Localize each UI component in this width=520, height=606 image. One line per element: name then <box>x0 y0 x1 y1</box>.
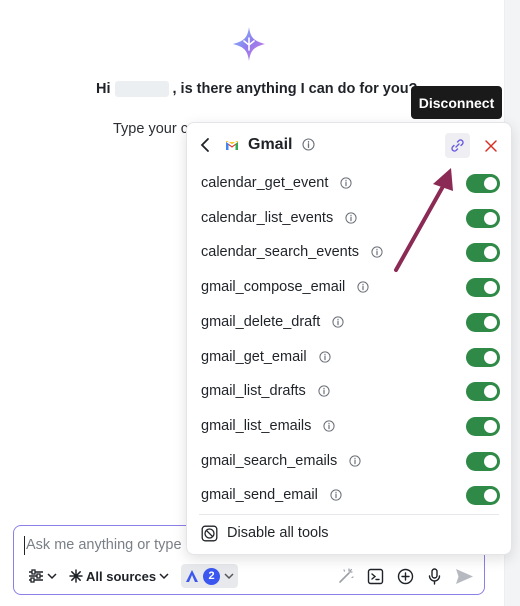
tool-row: calendar_search_events <box>187 236 511 270</box>
tool-name: gmail_get_email <box>201 348 307 365</box>
greeting-suffix: , is there anything I can do for you? <box>172 81 418 97</box>
tool-toggle[interactable] <box>466 451 500 471</box>
tool-toggle[interactable] <box>466 208 500 228</box>
toggle-knob <box>484 211 497 225</box>
tool-toggle[interactable] <box>466 382 500 402</box>
text-caret <box>24 536 25 555</box>
tool-name: gmail_delete_draft <box>201 313 321 330</box>
sources-dropdown-button[interactable]: All sources <box>69 569 169 584</box>
tool-row: gmail_delete_draft <box>187 306 511 340</box>
tool-toggle[interactable] <box>466 174 500 193</box>
assistant-logo-icon <box>233 27 265 61</box>
info-icon[interactable] <box>340 177 352 189</box>
link-icon <box>451 139 464 152</box>
tool-name: gmail_send_email <box>201 487 318 504</box>
info-icon[interactable] <box>330 489 342 501</box>
gmail-logo-icon <box>226 140 238 150</box>
divider <box>199 514 499 515</box>
settings-dropdown-button[interactable] <box>28 569 57 583</box>
tool-row: gmail_list_emails <box>187 410 511 444</box>
info-icon[interactable] <box>357 281 369 293</box>
info-icon[interactable] <box>318 385 330 397</box>
disable-all-label: Disable all tools <box>227 525 329 541</box>
greeting-prefix: Hi <box>96 81 111 97</box>
toggle-knob <box>484 315 497 329</box>
disconnect-tooltip: Disconnect <box>411 86 502 119</box>
panel-title: Gmail <box>248 136 293 153</box>
info-icon[interactable] <box>323 420 335 432</box>
tool-toggle[interactable] <box>466 416 500 436</box>
tool-row: calendar_list_events <box>187 202 511 236</box>
tool-row: gmail_search_emails <box>187 445 511 479</box>
toggle-knob <box>484 489 497 503</box>
sliders-icon <box>29 569 43 583</box>
info-icon[interactable] <box>349 455 361 467</box>
close-icon[interactable] <box>481 136 501 156</box>
tool-toggle[interactable] <box>466 347 500 367</box>
magic-wand-icon[interactable] <box>337 567 354 585</box>
tool-name: calendar_get_event <box>201 175 329 191</box>
tool-name: calendar_search_events <box>201 244 359 261</box>
info-icon[interactable] <box>319 350 331 363</box>
disable-icon <box>201 525 218 541</box>
toggle-knob <box>484 350 497 364</box>
toggle-knob <box>484 419 497 433</box>
chevron-down-icon <box>224 573 234 580</box>
info-icon[interactable] <box>371 246 383 258</box>
tool-toggle[interactable] <box>466 486 500 506</box>
panel-header: Gmail <box>187 131 511 161</box>
tool-toggle[interactable] <box>466 278 500 298</box>
composer-toolbar: All sources 2 <box>28 564 474 588</box>
chevron-down-icon <box>47 573 57 580</box>
toggle-knob <box>484 246 497 260</box>
microphone-icon[interactable] <box>427 567 442 585</box>
toggle-knob <box>484 177 497 190</box>
tool-toggle[interactable] <box>466 243 500 263</box>
tool-row: gmail_send_email <box>187 479 511 513</box>
sources-icon <box>69 569 83 583</box>
tool-row: gmail_list_drafts <box>187 375 511 409</box>
add-circle-icon[interactable] <box>397 568 414 585</box>
tool-row: gmail_compose_email <box>187 271 511 305</box>
chat-input[interactable] <box>26 534 196 556</box>
info-icon[interactable] <box>332 316 344 328</box>
composer-actions <box>337 567 474 585</box>
app-count-badge: 2 <box>203 567 221 585</box>
sources-label: All sources <box>86 568 157 584</box>
toggle-knob <box>484 454 497 468</box>
app-logo-icon <box>186 570 199 582</box>
greeting: Hi , is there anything I can do for you? <box>96 81 417 97</box>
tool-name: gmail_search_emails <box>201 452 338 469</box>
disconnect-button[interactable] <box>445 133 470 158</box>
gmail-tools-panel: Gmail calendar_get_event calendar_list_ev… <box>186 122 512 555</box>
toggle-knob <box>484 385 497 399</box>
terminal-icon[interactable] <box>367 568 384 585</box>
hint-text: Type your c <box>113 121 188 137</box>
tool-row: gmail_get_email <box>187 341 511 375</box>
page: Hi , is there anything I can do for you?… <box>0 0 520 606</box>
tool-toggle[interactable] <box>466 312 500 332</box>
info-icon[interactable] <box>302 138 315 151</box>
connected-apps-chip[interactable]: 2 <box>181 564 239 588</box>
tool-name: gmail_list_drafts <box>201 383 306 400</box>
tool-row: calendar_get_event <box>187 167 511 201</box>
back-arrow-icon[interactable] <box>199 137 211 153</box>
redacted-username <box>114 81 169 97</box>
info-icon[interactable] <box>345 212 357 224</box>
send-icon[interactable] <box>455 568 474 585</box>
tool-name: gmail_compose_email <box>201 279 346 296</box>
disable-all-tools-button[interactable]: Disable all tools <box>201 523 329 543</box>
tool-name: gmail_list_emails <box>201 417 312 434</box>
chevron-down-icon <box>159 573 169 580</box>
tool-name: calendar_list_events <box>201 209 334 226</box>
toggle-knob <box>484 281 497 295</box>
